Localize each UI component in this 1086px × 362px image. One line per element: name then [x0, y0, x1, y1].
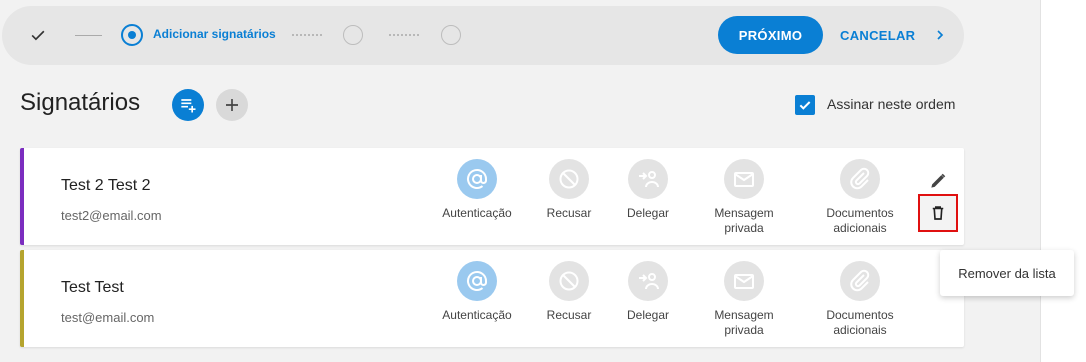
action-label: Delegar	[626, 206, 670, 220]
signer-email: test@email.com	[61, 310, 155, 325]
signer-name: Test 2 Test 2	[61, 177, 151, 194]
at-icon	[467, 168, 487, 189]
playlist-add-icon	[181, 99, 196, 113]
action-label: Mensagem privada	[714, 308, 774, 337]
action-private-message[interactable]: Mensagem privada	[689, 159, 799, 236]
paperclip-icon	[850, 269, 870, 292]
at-icon	[467, 270, 487, 291]
step-indicator	[441, 25, 461, 45]
delegate-icon	[639, 171, 659, 188]
chevron-right-icon[interactable]	[932, 27, 948, 43]
signer-card: Test 2 Test 2 test2@email.com Autenticaç…	[20, 148, 964, 245]
next-button[interactable]: PRÓXIMO	[718, 16, 823, 54]
delegate-icon	[639, 273, 659, 290]
action-label: Documentos adicionais	[826, 308, 894, 337]
signer-email: test2@email.com	[61, 208, 162, 223]
signer-card: Test Test test@email.com Autenticação Re…	[20, 250, 964, 347]
step-label-active: Adicionar signatários	[153, 27, 276, 41]
add-from-list-button[interactable]	[172, 89, 204, 121]
cancel-button[interactable]: CANCELAR	[840, 16, 915, 54]
action-delegate[interactable]: Delegar	[593, 159, 703, 221]
sign-in-order-label: Assinar neste ordem	[827, 96, 956, 112]
pencil-icon	[931, 173, 946, 188]
action-label: Mensagem privada	[714, 206, 774, 235]
plus-icon	[226, 99, 238, 111]
remove-tooltip: Remover da lista	[940, 250, 1074, 296]
step-connector	[75, 35, 102, 36]
block-icon	[559, 271, 579, 291]
edit-signer-button[interactable]	[926, 169, 950, 193]
action-label: Autenticação	[442, 206, 512, 220]
mail-icon	[734, 172, 754, 187]
delete-signer-button[interactable]	[918, 194, 958, 232]
block-icon	[559, 169, 579, 189]
sign-in-order-checkbox[interactable]	[795, 95, 815, 115]
action-label: Documentos adicionais	[826, 206, 894, 235]
action-label: Autenticação	[442, 308, 512, 322]
right-panel	[1040, 0, 1086, 362]
checkmark-icon	[799, 101, 811, 110]
page-title: Signatários	[20, 89, 141, 116]
action-private-message[interactable]: Mensagem privada	[689, 261, 799, 338]
stepper: Adicionar signatários PRÓXIMO CANCELAR	[2, 6, 964, 65]
step-indicator-active	[121, 24, 143, 46]
action-delegate[interactable]: Delegar	[593, 261, 703, 323]
action-additional-documents[interactable]: Documentos adicionais	[805, 159, 915, 236]
signer-name: Test Test	[61, 279, 124, 296]
action-label: Recusar	[546, 206, 592, 220]
add-signer-button[interactable]	[216, 89, 248, 121]
action-label: Recusar	[546, 308, 592, 322]
step-connector	[389, 34, 419, 36]
step-indicator	[343, 25, 363, 45]
action-label: Delegar	[626, 308, 670, 322]
trash-icon	[932, 206, 944, 220]
mail-icon	[734, 274, 754, 289]
paperclip-icon	[850, 167, 870, 190]
check-icon	[31, 30, 45, 41]
step-connector	[292, 34, 322, 36]
action-additional-documents[interactable]: Documentos adicionais	[805, 261, 915, 338]
